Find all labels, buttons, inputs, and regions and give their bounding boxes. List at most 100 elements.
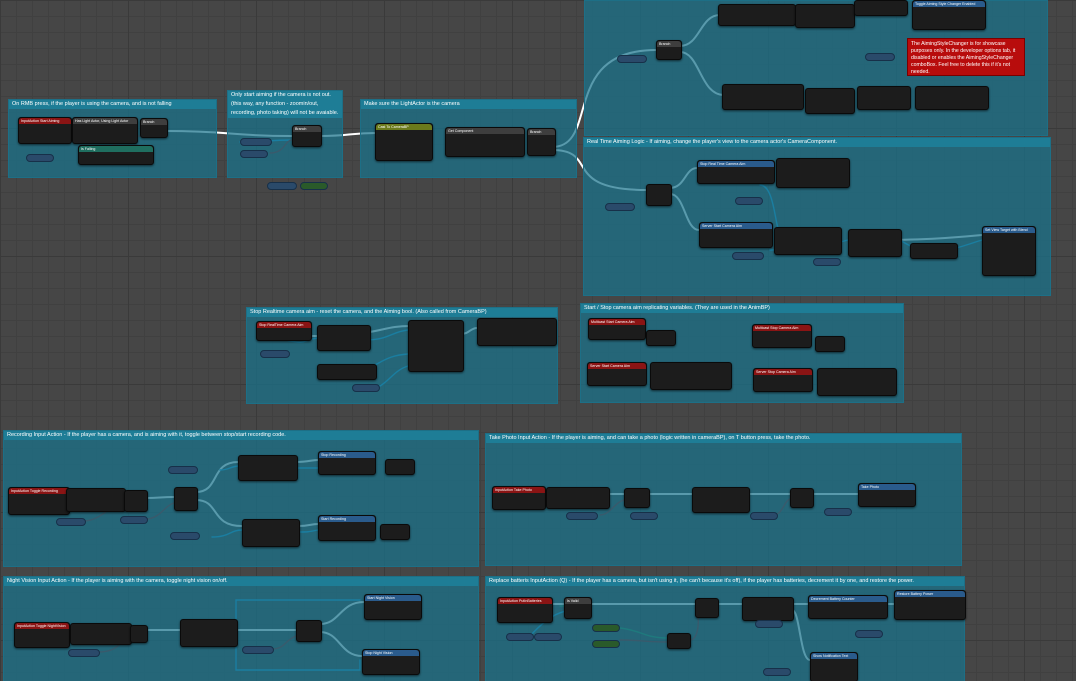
camera-variable[interactable]	[735, 197, 763, 205]
event-start-aiming-node[interactable]: InputAction Start Aiming	[18, 117, 72, 144]
multicast-call-node[interactable]	[817, 368, 897, 396]
branch-node[interactable]	[296, 620, 322, 642]
start-aiming-node[interactable]	[857, 86, 911, 110]
camera-variable[interactable]	[763, 668, 791, 676]
branch-node[interactable]	[790, 488, 814, 508]
camera-variable[interactable]	[168, 466, 198, 474]
set-bool-node[interactable]	[646, 330, 676, 346]
set-view-target-node[interactable]	[408, 320, 464, 372]
branch-node[interactable]: Branch	[292, 125, 322, 147]
toggle-aiming-style-node[interactable]	[774, 227, 842, 255]
camera-variable[interactable]	[170, 532, 200, 540]
cast-node[interactable]	[238, 455, 298, 481]
bool-variable[interactable]	[242, 646, 274, 654]
branch-node[interactable]	[174, 487, 198, 511]
camera-variable[interactable]	[267, 182, 297, 190]
struct-variable[interactable]	[300, 182, 328, 190]
set-bool-node[interactable]	[380, 524, 410, 540]
camera-variable[interactable]	[506, 633, 534, 641]
has-light-actor-node[interactable]: Has Light Actor, Using Light Actor	[72, 117, 138, 144]
cast-node[interactable]	[795, 4, 855, 28]
set-bool-node[interactable]	[385, 459, 415, 475]
stop-real-time-aim-node[interactable]: Stop Real Time Camera Aim	[697, 160, 775, 184]
has-light-actor-node[interactable]	[546, 487, 610, 509]
blueprint-graph-canvas[interactable]: On RMB press, if the player is using the…	[0, 0, 1076, 681]
event-take-photo-node[interactable]: InputAction Take Photo	[492, 486, 546, 510]
server-start-aim-node[interactable]	[722, 84, 804, 110]
camera-variable[interactable]	[630, 512, 658, 520]
bool-variable[interactable]	[605, 203, 635, 211]
light-actor-variable[interactable]	[240, 150, 268, 158]
camera-variable[interactable]	[352, 384, 380, 392]
cast-node[interactable]	[317, 325, 371, 351]
bool-variable[interactable]	[617, 55, 647, 63]
camera-variable[interactable]	[750, 512, 778, 520]
camera-variable[interactable]	[26, 154, 54, 162]
take-photo-node[interactable]: Take Photo	[858, 483, 916, 507]
multicast-stop-aim-node[interactable]: Multicast Stop Camera Aim	[752, 324, 812, 348]
compare-node[interactable]	[667, 633, 691, 649]
not-node[interactable]	[742, 597, 794, 621]
camera-variable[interactable]	[755, 620, 783, 628]
event-put-in-batteries-node[interactable]: InputAction PutInBatteries	[497, 597, 553, 623]
has-light-actor-node[interactable]	[66, 488, 126, 512]
get-player-controller-node[interactable]	[317, 364, 377, 380]
is-valid-node[interactable]: Is Valid	[564, 597, 592, 619]
branch-node[interactable]: Branch	[140, 118, 168, 138]
toggle-aiming-style-node[interactable]: Toggle Aiming Style Changer Enabled	[912, 0, 986, 30]
cast-to-camerabp-node[interactable]: Cast To CameraBP	[375, 123, 433, 161]
camera-variable[interactable]	[732, 252, 764, 260]
server-node[interactable]	[718, 4, 796, 26]
event-toggle-recording-node[interactable]: InputAction Toggle Recording	[8, 487, 70, 515]
cast-node[interactable]	[848, 229, 902, 257]
start-night-vision-node[interactable]: Start Night Vision	[364, 594, 422, 620]
camera-variable[interactable]	[260, 350, 290, 358]
bool-variable[interactable]	[56, 518, 86, 526]
multicast-call-node[interactable]	[650, 362, 732, 390]
get-player-controller-node[interactable]	[910, 243, 958, 259]
bool-variable[interactable]	[68, 649, 100, 657]
branch-node[interactable]	[646, 184, 672, 206]
cast-node[interactable]	[805, 88, 855, 114]
camera-variable[interactable]	[813, 258, 841, 266]
show-notification-node[interactable]: Show Notification Text	[810, 652, 858, 681]
stop-recording-node[interactable]: Stop Recording	[318, 451, 376, 475]
stop-aiming-node[interactable]	[854, 0, 908, 16]
battery-count-variable[interactable]	[592, 640, 620, 648]
start-recording-node[interactable]: Start Recording	[318, 515, 376, 541]
server-stop-aim-event-node[interactable]: Server Stop Camera Aim	[753, 368, 813, 392]
has-light-actor-node[interactable]	[70, 623, 132, 645]
bool-variable[interactable]	[120, 516, 148, 524]
get-component-node[interactable]: Get Component	[445, 127, 525, 157]
branch-node[interactable]: Branch	[527, 128, 556, 156]
server-start-aim-event-node[interactable]: Server Start Camera Aim	[587, 362, 647, 386]
stop-night-vision-node[interactable]: Stop Night Vision	[362, 649, 420, 675]
restore-battery-node[interactable]: Restore Battery Power	[894, 590, 966, 620]
server-start-aim-node[interactable]: Server Start Camera Aim	[699, 222, 773, 248]
branch-node[interactable]	[624, 488, 650, 508]
camera-variable[interactable]	[855, 630, 883, 638]
event-toggle-nightvision-node[interactable]: InputAction Toggle NightVision	[14, 622, 70, 648]
cast-node[interactable]	[692, 487, 750, 513]
battery-count-variable[interactable]	[592, 624, 620, 632]
camera-variable[interactable]	[534, 633, 562, 641]
branch-node[interactable]: Branch	[656, 40, 682, 60]
toggle-aiming-style-node[interactable]	[776, 158, 850, 188]
server-stop-aim-node[interactable]	[477, 318, 557, 346]
bool-variable[interactable]	[566, 512, 598, 520]
camera-variable[interactable]	[240, 138, 272, 146]
set-bool-node[interactable]	[815, 336, 845, 352]
cast-node[interactable]	[242, 519, 300, 547]
toggle-aiming-style-node[interactable]	[915, 86, 989, 110]
multicast-start-aim-node[interactable]: Multicast Start Camera Aim	[588, 318, 646, 340]
branch-node[interactable]	[124, 490, 148, 512]
decrement-battery-node[interactable]: Decrement Battery Counter	[808, 595, 888, 619]
camera-variable[interactable]	[865, 53, 895, 61]
branch-node[interactable]	[695, 598, 719, 618]
event-stop-realtime-node[interactable]: Stop RealTime Camera Aim	[256, 321, 312, 341]
is-falling-node[interactable]: Is Falling	[78, 145, 154, 165]
cast-node[interactable]	[180, 619, 238, 647]
camera-variable[interactable]	[824, 508, 852, 516]
set-view-target-node[interactable]: Set View Target with Blend	[982, 226, 1036, 276]
branch-node[interactable]	[130, 625, 148, 643]
